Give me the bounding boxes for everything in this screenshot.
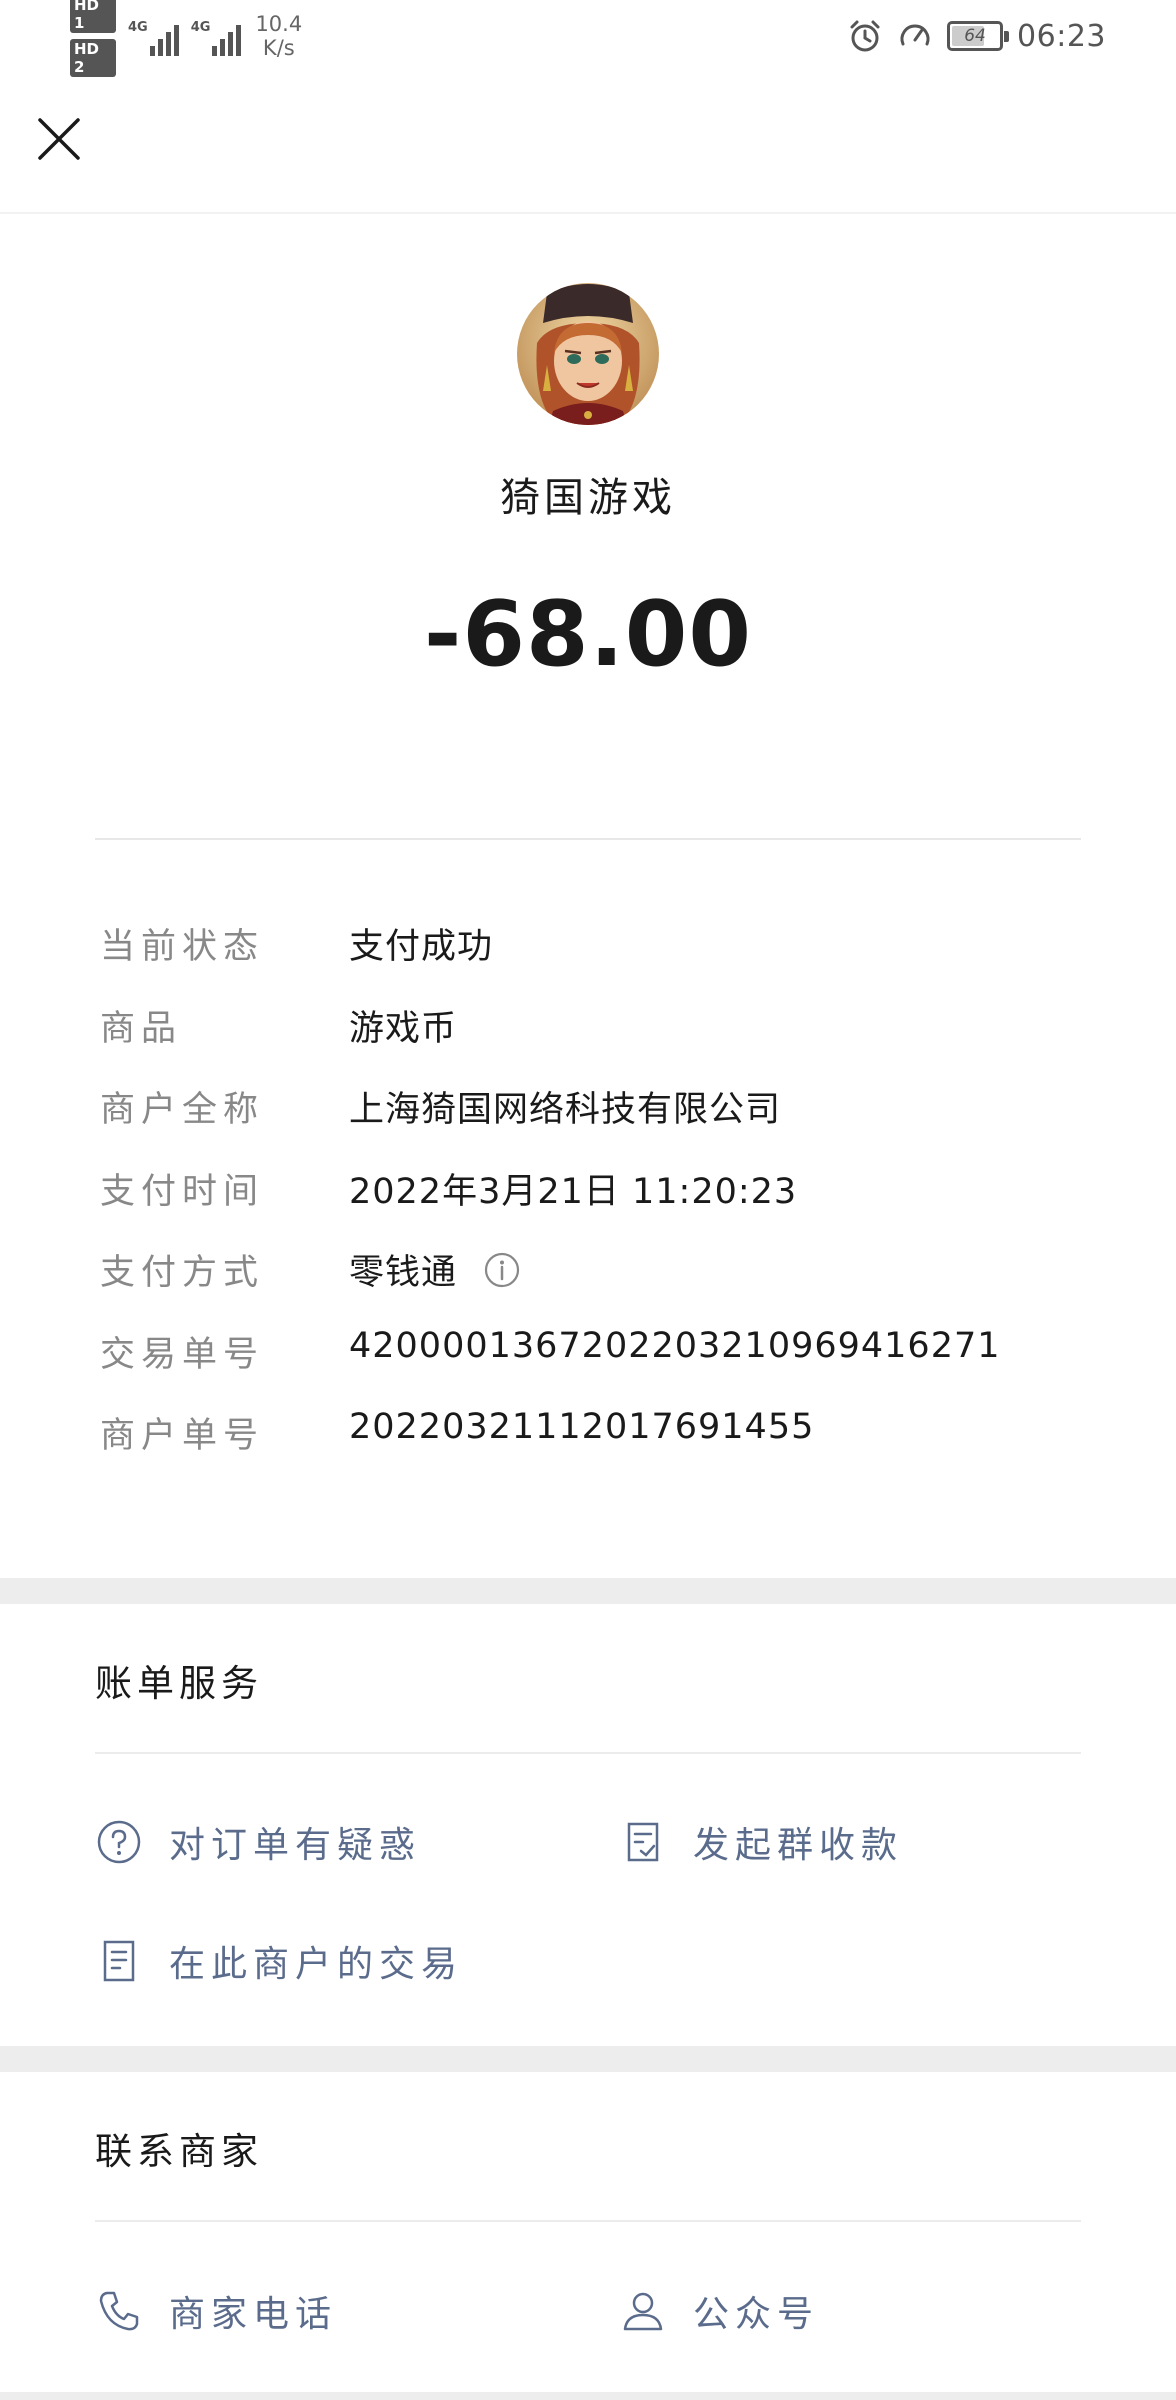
detail-row-pay-method: 支付方式 零钱通: [0, 1234, 1176, 1316]
action-label: 发起群收款: [693, 1825, 904, 1866]
close-icon: [38, 118, 80, 160]
person-icon: [623, 2292, 663, 2331]
detail-value: 游戏币: [349, 1008, 458, 1049]
detail-value: 上海猗国网络科技有限公司: [349, 1090, 782, 1130]
question-circle-icon: [97, 1820, 141, 1864]
status-bar: HD 1 HD 2 4G 4G 10.4 K/s 64 06:23: [0, 0, 1176, 77]
signal-2-label: 4G: [190, 20, 211, 35]
detail-value: 4200001367202203210969416271: [349, 1325, 1001, 1366]
merchant-transactions-button[interactable]: 在此商户的交易: [95, 1935, 463, 1987]
signal-1: 4G: [128, 16, 179, 56]
signal-bars-icon: [212, 22, 242, 56]
order-question-button[interactable]: 对订单有疑惑: [95, 1816, 421, 1868]
avatar-image: [517, 283, 659, 425]
detail-label: 商户全称: [100, 1090, 265, 1130]
detail-value: 支付成功: [349, 927, 494, 967]
detail-row-status: 当前状态 支付成功: [0, 908, 1176, 990]
detail-value: 零钱通: [349, 1253, 458, 1293]
detail-label: 商品: [100, 1008, 183, 1049]
hd-badge-1: HD 1: [70, 0, 116, 33]
action-label: 在此商户的交易: [169, 1944, 464, 1985]
network-speed: 10.4 K/s: [255, 12, 302, 60]
detail-value: 2022年3月21日 11:20:23: [349, 1171, 798, 1212]
status-bar-right: 64 06:23: [847, 14, 1106, 58]
battery-level: 64: [964, 26, 986, 46]
signal-2: 4G: [191, 16, 242, 56]
action-label: 商家电话: [169, 2294, 338, 2335]
signal-1-label: 4G: [128, 20, 148, 35]
detail-row-pay-time: 支付时间 2022年3月21日 11:20:23: [0, 1153, 1176, 1235]
detail-row-transaction-id: 交易单号 4200001367202203210969416271: [0, 1316, 1176, 1398]
battery-icon: 64: [947, 21, 1010, 51]
network-speed-value: 10.4: [255, 12, 303, 36]
transaction-details: 当前状态 支付成功 商品 游戏币 商户全称 上海猗国网络科技有限公司 支付时间 …: [0, 908, 1176, 1479]
header-divider: [0, 212, 1176, 214]
group-collection-button[interactable]: 发起群收款: [619, 1816, 903, 1868]
detail-label: 支付时间: [100, 1171, 265, 1212]
document-icon: [103, 1940, 135, 1982]
official-account-button[interactable]: 公众号: [619, 2285, 819, 2337]
phone-icon: [99, 2291, 139, 2331]
amount-divider: [95, 838, 1081, 840]
detail-row-merchant-fullname: 商户全称 上海猗国网络科技有限公司: [0, 1071, 1176, 1153]
status-time: 06:23: [1017, 18, 1106, 54]
section-separator: [0, 1578, 1176, 1604]
merchant-phone-button[interactable]: 商家电话: [95, 2285, 337, 2337]
network-speed-unit: K/s: [262, 36, 295, 60]
detail-label: 交易单号: [100, 1334, 265, 1375]
contact-divider: [95, 2220, 1081, 2222]
detail-label: 当前状态: [100, 927, 265, 967]
payment-amount: -68.00: [423, 582, 753, 687]
speedometer-icon: [900, 24, 930, 46]
close-button[interactable]: [30, 110, 88, 168]
detail-value: 20220321112017691455: [349, 1407, 815, 1447]
action-label: 对订单有疑惑: [169, 1825, 422, 1866]
alarm-icon: [850, 20, 880, 52]
info-icon[interactable]: [483, 1251, 521, 1289]
signal-bars-icon: [149, 22, 179, 56]
detail-row-merchant-order-id: 商户单号 20220321112017691455: [0, 1397, 1176, 1479]
status-bar-left: HD 1 HD 2 4G 4G 10.4 K/s: [70, 0, 302, 77]
detail-value-wrap: 零钱通: [349, 1244, 521, 1295]
detail-label: 支付方式: [100, 1253, 265, 1293]
hd-badges: HD 1 HD 2: [70, 0, 116, 77]
action-label: 公众号: [693, 2294, 820, 2335]
contact-merchant-title: 联系商家: [95, 2130, 263, 2173]
hd-badge-2: HD 2: [70, 39, 116, 77]
detail-row-product: 商品 游戏币: [0, 990, 1176, 1072]
bill-service-divider: [95, 1752, 1081, 1754]
checklist-icon: [627, 1822, 659, 1862]
section-separator: [0, 2392, 1176, 2400]
merchant-name: 猗国游戏: [500, 475, 676, 521]
detail-label: 商户单号: [100, 1416, 265, 1456]
merchant-avatar[interactable]: [517, 283, 659, 425]
section-separator: [0, 2046, 1176, 2072]
bill-service-title: 账单服务: [95, 1662, 263, 1705]
